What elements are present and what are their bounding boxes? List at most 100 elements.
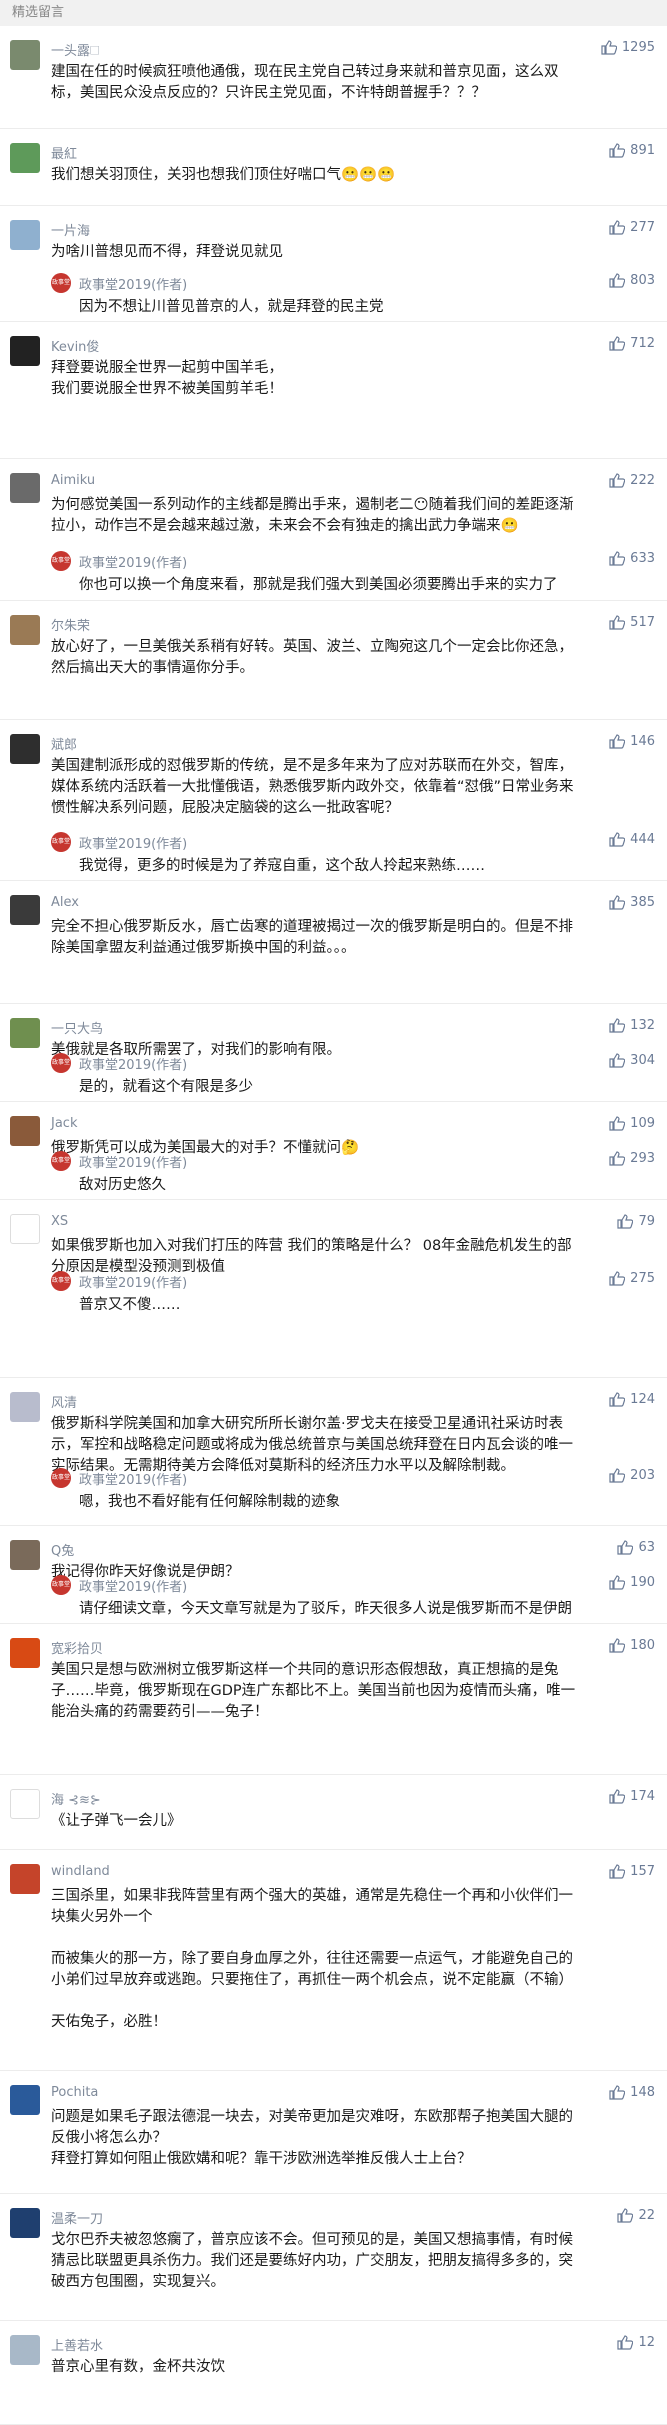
like-button[interactable]: 63 [617,1540,655,1555]
thumbs-up-icon [609,220,626,235]
avatar[interactable] [10,1540,40,1570]
reply-author: 政事堂2019(作者) [79,1276,188,1291]
author-reply: 政事堂 政事堂2019(作者) 因为不想让川普见普京的人，就是拜登的民主党 [51,273,651,323]
author-avatar: 政事堂 [51,1575,71,1595]
comment-item: 上善若水 12 普京心里有数，金杯共汝饮 [0,2321,667,2425]
reply-like-button[interactable]: 190 [609,1575,655,1590]
comment-text: 建国在任的时候疯狂喷他通俄，现在民主党自己转过身来就和普京见面，这么双 标，美国… [51,64,559,101]
like-button[interactable]: 148 [609,2085,655,2100]
like-button[interactable]: 385 [609,895,655,910]
avatar[interactable] [10,143,40,173]
thumbs-up-icon [609,1053,626,1068]
reply-like-button[interactable]: 803 [609,273,655,288]
avatar[interactable] [10,220,40,250]
comment-nickname: 温柔一刀 [51,2212,104,2227]
avatar[interactable] [10,2335,40,2365]
reply-like-button[interactable]: 304 [609,1053,655,1068]
author-reply: 政事堂 政事堂2019(作者) 是的，就看这个有限是多少 [51,1053,651,1103]
avatar[interactable] [10,1116,40,1146]
reply-like-button[interactable]: 275 [609,1271,655,1286]
like-count: 157 [630,1864,655,1879]
reply-text: 因为不想让川普见普京的人，就是拜登的民主党 [79,299,384,315]
comment-nickname: 斌郎 [51,738,78,753]
avatar[interactable] [10,1638,40,1668]
reply-like-button[interactable]: 203 [609,1468,655,1483]
like-button[interactable]: 891 [609,143,655,158]
avatar[interactable] [10,2085,40,2115]
avatar[interactable] [10,473,40,503]
like-button[interactable]: 79 [617,1214,655,1229]
author-reply: 政事堂 政事堂2019(作者) 你也可以换一个角度来看，那就是我们强大到美国必须要腾… [51,551,651,601]
reply-like-button[interactable]: 444 [609,832,655,847]
thumbs-up-icon [609,1151,626,1166]
comment-item: Kevin俊 712 拜登要说服全世界一起剪中国羊毛， 我们要说服全世界不被美国剪羊… [0,322,667,459]
comment-nickname: windland [51,1864,110,1879]
reply-like-button[interactable]: 293 [609,1151,655,1166]
like-button[interactable]: 132 [609,1018,655,1033]
comment-nickname: 一片海 [51,224,91,239]
author-badge-text: 政事堂 [51,1581,70,1588]
author-reply: 政事堂 政事堂2019(作者) 请仔细读文章，今天文章写就是为了驳斥，昨天很多人说是… [51,1575,651,1625]
reply-like-button[interactable]: 633 [609,551,655,566]
like-count: 12 [638,2335,655,2350]
author-avatar: 政事堂 [51,1468,71,1488]
avatar[interactable] [10,2208,40,2238]
avatar[interactable] [10,336,40,366]
avatar[interactable] [10,1214,40,1244]
comment-item: Jack 109 俄罗斯凭可以成为美国最大的对手？不懂就问🤔 政事堂 政事堂2019(作… [0,1102,667,1200]
comment-text: 为啥川普想见而不得，拜登说见就见 [51,244,283,260]
like-button[interactable]: 22 [617,2208,655,2223]
reply-author: 政事堂2019(作者) [79,1580,188,1595]
like-count: 1295 [621,40,655,55]
avatar[interactable] [10,615,40,645]
reply-text: 敌对历史悠久 [79,1177,166,1193]
comment-item: Pochita 148 问题是如果毛子跟法德混一块去，对美帝更加是灾难呀，东欧那帮子… [0,2071,667,2194]
like-button[interactable]: 12 [617,2335,655,2350]
reply-author: 政事堂2019(作者) [79,1473,188,1488]
thumbs-up-icon [609,1789,626,1804]
author-badge-text: 政事堂 [51,557,70,564]
avatar[interactable] [10,895,40,925]
like-button[interactable]: 124 [609,1392,655,1407]
like-button[interactable]: 712 [609,336,655,351]
like-button[interactable]: 157 [609,1864,655,1879]
author-reply: 政事堂 政事堂2019(作者) 普京又不傻…… [51,1271,651,1321]
author-badge-text: 政事堂 [51,1059,70,1066]
thumbs-up-icon [609,1018,626,1033]
like-count: 109 [630,1116,655,1131]
avatar[interactable] [10,734,40,764]
comment-item: 一片海 277 为啥川普想见而不得，拜登说见就见政事堂 政事堂2019(作者) 因为不想… [0,206,667,322]
comment-text: 放心好了，一旦美俄关系稍有好转。英国、波兰、立陶宛这几个一定会比你还急， 然后搞… [51,639,573,676]
avatar[interactable] [10,40,40,70]
like-count: 146 [630,734,655,749]
section-title: 精选留言 [0,0,667,26]
like-button[interactable]: 109 [609,1116,655,1131]
like-button[interactable]: 146 [609,734,655,749]
comment-text: 戈尔巴乔夫被忽悠瘸了，普京应该不会。但可预见的是，美国又想搞事情，有时候 猜忌比… [51,2232,573,2290]
comment-list: 一头露🗆 1295 建国在任的时候疯狂喷他通俄，现在民主党自己转过身来就和普京见面，… [0,26,667,2425]
thumbs-up-icon [617,1214,634,1229]
comment-item: 最紅 891 我们想关羽顶住，关羽也想我们顶住好喘口气😬😬😬 [0,129,667,206]
avatar[interactable] [10,1018,40,1048]
thumbs-up-icon [609,1468,626,1483]
reply-text: 请仔细读文章，今天文章写就是为了驳斥，昨天很多人说是俄罗斯而不是伊朗 [79,1601,572,1617]
like-button[interactable]: 1295 [601,40,655,55]
comment-item: 宽彩拾贝 180 美国只是想与欧洲树立俄罗斯这样一个共同的意识形态假想敌，真正想搞的… [0,1624,667,1775]
like-button[interactable]: 174 [609,1789,655,1804]
comment-nickname: Jack [51,1116,78,1131]
like-button[interactable]: 180 [609,1638,655,1653]
comment-nickname: Pochita [51,2085,99,2100]
avatar[interactable] [10,1392,40,1422]
like-button[interactable]: 222 [609,473,655,488]
comment-text: 拜登要说服全世界一起剪中国羊毛， 我们要说服全世界不被美国剪羊毛！ [51,360,283,397]
avatar[interactable] [10,1789,40,1819]
thumbs-up-icon [601,40,617,55]
like-button[interactable]: 277 [609,220,655,235]
avatar[interactable] [10,1864,40,1894]
like-count: 22 [638,2208,655,2223]
like-button[interactable]: 517 [609,615,655,630]
reply-text: 嗯，我也不看好能有任何解除制裁的迹象 [79,1494,340,1510]
like-count: 222 [630,473,655,488]
comment-nickname: 一只大鸟 [51,1022,104,1037]
thumbs-up-icon [609,734,626,749]
